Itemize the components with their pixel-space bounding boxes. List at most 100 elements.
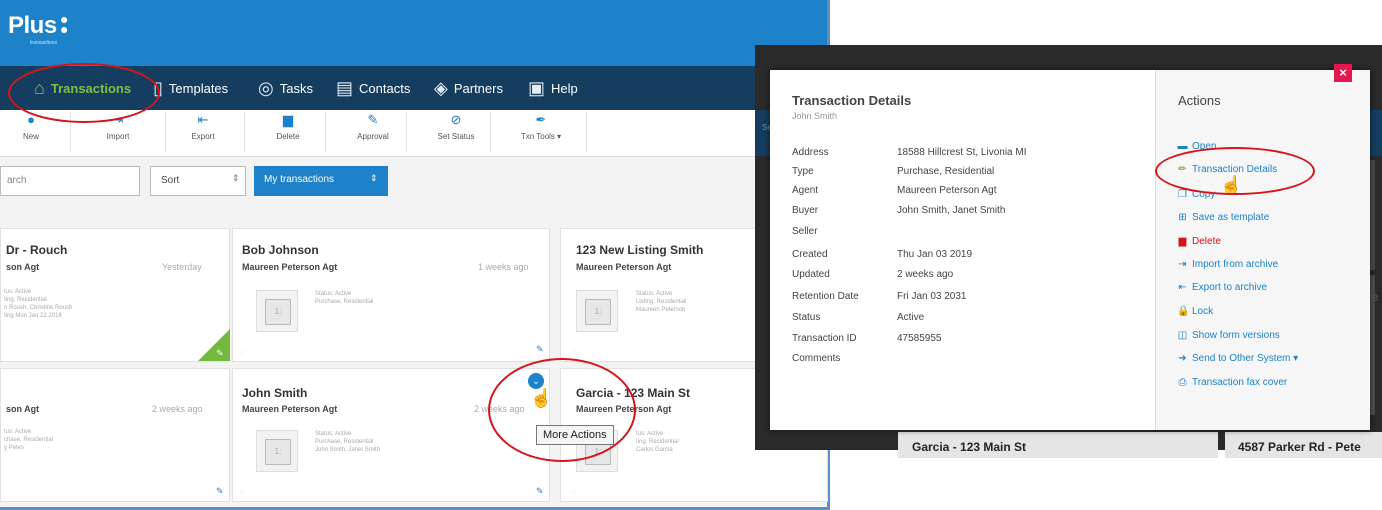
fax-icon: ⎙: [1178, 377, 1187, 388]
status-line: ting, Residential: [636, 439, 679, 445]
detail-value: Active: [897, 312, 925, 323]
action-label: Save as template: [1192, 212, 1270, 223]
document-icon: 1:: [265, 439, 291, 465]
modal-title: Transaction Details: [792, 93, 912, 108]
nav-templates[interactable]: ▯ Templates: [153, 66, 228, 110]
action-save-as-template[interactable]: ⊞ Save as template: [1177, 212, 1269, 223]
toolbar-divider: [490, 112, 491, 152]
status-line: Status: Active: [315, 291, 352, 297]
action-label: Lock: [1192, 306, 1214, 317]
status-line: tus: Active: [4, 289, 32, 295]
delete-button[interactable]: ▆ Delete: [253, 112, 323, 141]
set-status-icon: ⊘: [450, 112, 462, 127]
detail-value: 47585955: [897, 333, 942, 344]
card-status: tus: Active chase, Residential y Petes: [4, 428, 53, 452]
document-thumbnail[interactable]: 1:: [256, 430, 298, 472]
nav-help[interactable]: ▣ Help: [528, 66, 578, 110]
detail-label: Status: [792, 312, 821, 323]
toolbar-label: Txn Tools ▾: [520, 132, 562, 141]
toolbar-label: Export: [191, 132, 215, 141]
transactions-filter-select[interactable]: My transactions: [254, 166, 388, 196]
action-label: Send to Other System ▾: [1192, 353, 1299, 364]
status-line: tus: Active: [4, 429, 32, 435]
approval-icon[interactable]: ✎: [216, 486, 224, 497]
approval-corner-flag: [198, 329, 230, 361]
close-button[interactable]: ×: [1334, 64, 1352, 82]
contacts-icon: ▤: [336, 77, 354, 98]
comment-icon[interactable]: ◌: [572, 348, 577, 357]
detail-label: Transaction ID: [792, 333, 857, 344]
dimmed-card-title: Garcia - 123 Main St: [912, 440, 1027, 454]
card-time: Yesterday: [162, 262, 202, 272]
status-line: n Roush, Christine Roush: [4, 305, 73, 311]
card-status: Status: Active Purchase, Residential Joh…: [315, 430, 380, 454]
action-delete[interactable]: ▆ Delete: [1177, 236, 1221, 247]
detail-value: 18588 Hillcrest St, Livonia MI: [897, 147, 1027, 158]
nav-partners[interactable]: ◈ Partners: [434, 66, 503, 110]
detail-label: Type: [792, 166, 814, 177]
trash-icon: ▆: [1178, 236, 1187, 247]
status-line: Purchase, Residential: [315, 299, 374, 305]
annotation-circle: [8, 63, 160, 123]
detail-value: Thu Jan 03 2019: [897, 249, 973, 260]
comment-icon[interactable]: ◌: [240, 348, 245, 357]
template-icon: ⊞: [1178, 212, 1187, 223]
nav-label: Tasks: [279, 80, 313, 96]
actions-title: Actions: [1178, 93, 1221, 108]
nav-tasks[interactable]: ◎ Tasks: [258, 66, 313, 110]
card-time: 2 weeks ago: [152, 404, 203, 414]
status-line: John Smith, Janet Smith: [315, 447, 381, 453]
trash-icon: ▆: [283, 112, 293, 127]
comment-icon[interactable]: ◌: [240, 488, 245, 497]
detail-value: John Smith, Janet Smith: [897, 205, 1006, 216]
document-thumbnail[interactable]: 1:: [256, 290, 298, 332]
nav-label: Templates: [168, 80, 229, 96]
help-icon: ▣: [528, 77, 546, 98]
comment-icon[interactable]: ◌: [572, 488, 577, 497]
detail-value: Fri Jan 03 2031: [897, 291, 967, 302]
card-agent: Maureen Peterson Agt: [242, 404, 338, 414]
document-thumbnail[interactable]: 1:: [576, 290, 618, 332]
approval-icon: ✎: [367, 112, 379, 127]
approval-icon[interactable]: ✎: [536, 486, 544, 497]
status-line: Status: Active: [315, 431, 352, 437]
versions-icon: ◫: [1177, 330, 1188, 341]
action-send-to-other-system[interactable]: ➜ Send to Other System ▾: [1177, 353, 1298, 364]
approval-icon[interactable]: ✎: [536, 344, 544, 355]
export-button[interactable]: ⇤ Export: [168, 112, 238, 141]
card-agent: son Agt: [6, 262, 40, 272]
nav-contacts[interactable]: ▤ Contacts: [336, 66, 410, 110]
toolbar-divider: [586, 112, 587, 152]
status-line: ting, Residential: [4, 297, 47, 303]
card-time: 1 weeks ago: [478, 262, 529, 272]
set-status-button[interactable]: ⊘ Set Status: [421, 112, 491, 141]
detail-label: Created: [792, 249, 828, 260]
toolbar-label: New: [22, 132, 39, 141]
action-transaction-fax-cover[interactable]: ⎙ Transaction fax cover: [1177, 377, 1288, 388]
detail-label: Retention Date: [792, 291, 859, 302]
wrench-icon: ✒: [535, 112, 547, 127]
toolbar-label: Delete: [276, 132, 300, 141]
search-input[interactable]: arch: [0, 166, 140, 196]
action-import-from-archive[interactable]: ⇥ Import from archive: [1177, 259, 1278, 270]
detail-value: 2 weeks ago: [897, 269, 954, 280]
status-line: Maureen Peterson: [636, 307, 686, 313]
logo-subtext: transactions: [30, 40, 57, 46]
toolbar-divider: [406, 112, 407, 152]
app-logo: Plus: [8, 12, 57, 39]
detail-label: Updated: [792, 269, 830, 280]
txn-tools-button[interactable]: ✒ Txn Tools ▾: [506, 112, 576, 141]
action-lock[interactable]: 🔒 Lock: [1177, 306, 1213, 317]
action-export-to-archive[interactable]: ⇤ Export to archive: [1177, 282, 1267, 293]
logo-dots-icon: ● ●: [60, 11, 69, 37]
approval-icon[interactable]: ✎: [216, 348, 224, 359]
top-bar: [0, 0, 827, 66]
detail-label: Seller: [792, 226, 818, 237]
tasks-icon: ◎: [258, 77, 274, 98]
comment-icon[interactable]: ◌: [6, 348, 11, 357]
status-line: Status: Active: [636, 291, 673, 297]
approval-button[interactable]: ✎ Approval: [338, 112, 408, 141]
card-title: Dr - Rouch: [6, 243, 68, 257]
action-label: Show form versions: [1192, 330, 1280, 341]
action-show-form-versions[interactable]: ◫ Show form versions: [1177, 330, 1280, 341]
